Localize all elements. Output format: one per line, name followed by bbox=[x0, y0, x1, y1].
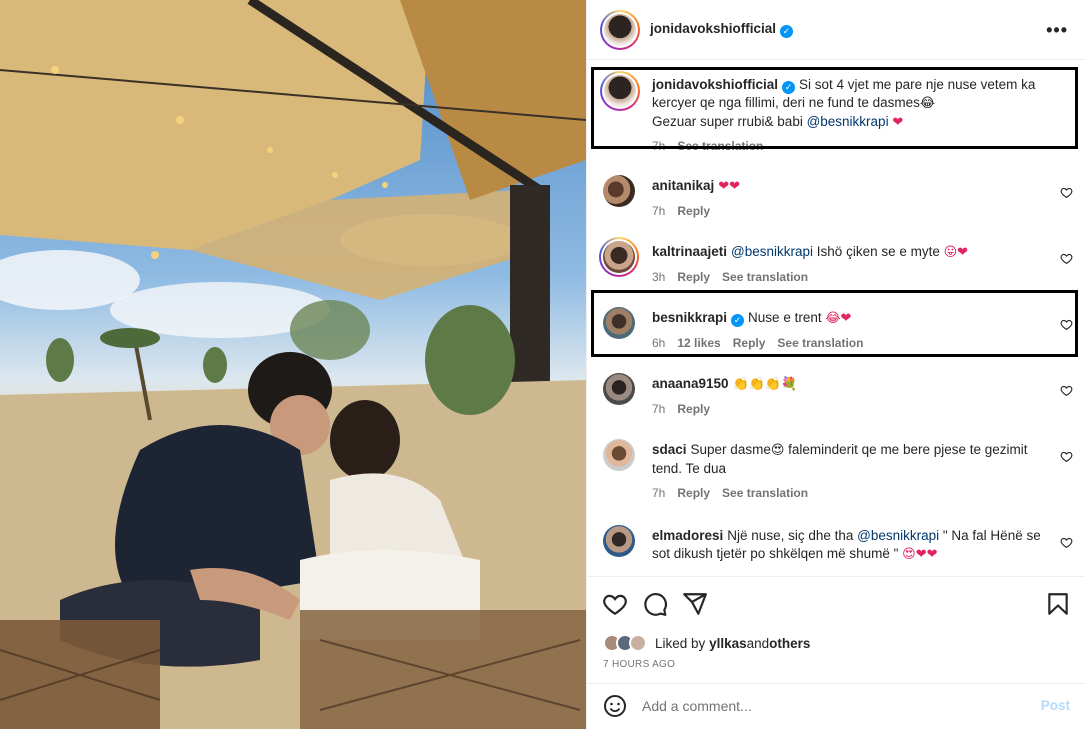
like-comment-heart-icon[interactable] bbox=[1060, 252, 1073, 265]
commenter-avatar[interactable] bbox=[603, 439, 635, 471]
see-translation-button[interactable]: See translation bbox=[677, 139, 763, 153]
commenter-username[interactable]: anaana9150 bbox=[652, 376, 729, 391]
reply-button[interactable]: Reply bbox=[677, 270, 710, 284]
comment-item: elmadoresi Një nuse, siç dhe tha @besnikk… bbox=[603, 525, 1073, 575]
caption-avatar[interactable] bbox=[600, 71, 640, 111]
see-translation-button[interactable]: See translation bbox=[777, 336, 863, 350]
commenter-username[interactable]: anitanikaj bbox=[652, 178, 714, 193]
more-horizontal-icon[interactable]: ••• bbox=[1046, 20, 1068, 41]
comment-item: anaana9150 👏👏👏💐 7h Reply bbox=[603, 373, 1073, 423]
caption-meta: 7h See translation bbox=[652, 139, 764, 153]
like-comment-heart-icon[interactable] bbox=[1060, 318, 1073, 331]
add-comment-row: Post bbox=[587, 683, 1085, 727]
like-comment-heart-icon[interactable] bbox=[1060, 384, 1073, 397]
comments-list[interactable]: jonidavokshiofficial ✓ Si sot 4 vjet me pa… bbox=[587, 61, 1085, 575]
commenter-avatar[interactable] bbox=[599, 237, 639, 277]
comment-item: sdaci Super dasme😍 faleminderit qe me ber… bbox=[603, 439, 1073, 509]
caption-username[interactable]: jonidavokshiofficial bbox=[652, 77, 778, 92]
mention-link[interactable]: @besnikkrapi bbox=[731, 244, 813, 259]
see-translation-button[interactable]: See translation bbox=[722, 270, 808, 284]
commenter-avatar[interactable] bbox=[603, 307, 635, 339]
commenter-username[interactable]: elmadoresi bbox=[652, 528, 723, 543]
liker-username[interactable]: yllkas bbox=[709, 636, 747, 651]
comment-item: kaltrinaajeti @besnikkrapi Ishö çiken se … bbox=[599, 237, 1073, 291]
owner-username[interactable]: jonidavokshiofficial bbox=[650, 21, 776, 36]
verified-icon: ✓ bbox=[782, 81, 796, 94]
liker-avatar bbox=[629, 634, 647, 652]
see-translation-button[interactable]: See translation bbox=[722, 486, 808, 500]
mention-link[interactable]: @besnikkrapi bbox=[857, 528, 939, 543]
commenter-username[interactable]: sdaci bbox=[652, 442, 687, 457]
commenter-username[interactable]: kaltrinaajeti bbox=[652, 244, 727, 259]
post-photo[interactable] bbox=[0, 0, 586, 729]
reply-button[interactable]: Reply bbox=[677, 402, 710, 416]
caption: jonidavokshiofficial ✓ Si sot 4 vjet me pa… bbox=[600, 71, 1073, 154]
reply-button[interactable]: Reply bbox=[677, 204, 710, 218]
commenter-avatar[interactable] bbox=[603, 373, 635, 405]
post-actions: Liked by yllkas and others 7 HOURS AGO P… bbox=[587, 576, 1085, 726]
caption-text: jonidavokshiofficial ✓ Si sot 4 vjet me pa… bbox=[652, 77, 1036, 130]
add-comment-input[interactable] bbox=[642, 694, 1022, 718]
commenter-username[interactable]: besnikkrapi bbox=[652, 310, 727, 325]
comment-item: besnikkrapi ✓ Nuse e trent 😂❤ 6h 12 likes Re… bbox=[603, 307, 1073, 357]
bookmark-icon[interactable] bbox=[1045, 591, 1071, 617]
commenter-avatar[interactable] bbox=[603, 525, 635, 557]
like-comment-heart-icon[interactable] bbox=[1060, 186, 1073, 199]
commenter-avatar[interactable] bbox=[603, 175, 635, 207]
mention-link[interactable]: @besnikkrapi bbox=[807, 114, 889, 129]
reply-button[interactable]: Reply bbox=[733, 336, 766, 350]
post-timestamp[interactable]: 7 HOURS AGO bbox=[603, 659, 675, 670]
comment-item: anitanikaj ❤❤ 7h Reply bbox=[603, 175, 1073, 225]
owner-avatar[interactable] bbox=[600, 10, 640, 50]
reply-button[interactable]: Reply bbox=[677, 486, 710, 500]
like-heart-icon[interactable] bbox=[602, 591, 628, 617]
post-side-panel: jonidavokshiofficial ✓ ••• jonidavokshiof… bbox=[586, 0, 1085, 729]
verified-icon: ✓ bbox=[780, 25, 794, 38]
post-comment-button[interactable]: Post bbox=[1041, 698, 1070, 713]
share-icon[interactable] bbox=[682, 591, 708, 617]
verified-icon: ✓ bbox=[731, 314, 745, 327]
likes-count[interactable]: 12 likes bbox=[677, 336, 720, 350]
post-header: jonidavokshiofficial ✓ ••• bbox=[587, 0, 1085, 60]
comment-icon[interactable] bbox=[642, 591, 668, 617]
post-image-illustration bbox=[0, 0, 586, 729]
others-link[interactable]: others bbox=[769, 636, 810, 651]
like-comment-heart-icon[interactable] bbox=[1060, 450, 1073, 463]
like-comment-heart-icon[interactable] bbox=[1060, 536, 1073, 549]
emoji-smiley-icon[interactable] bbox=[603, 694, 627, 718]
liked-by-row[interactable]: Liked by yllkas and others bbox=[603, 634, 810, 652]
